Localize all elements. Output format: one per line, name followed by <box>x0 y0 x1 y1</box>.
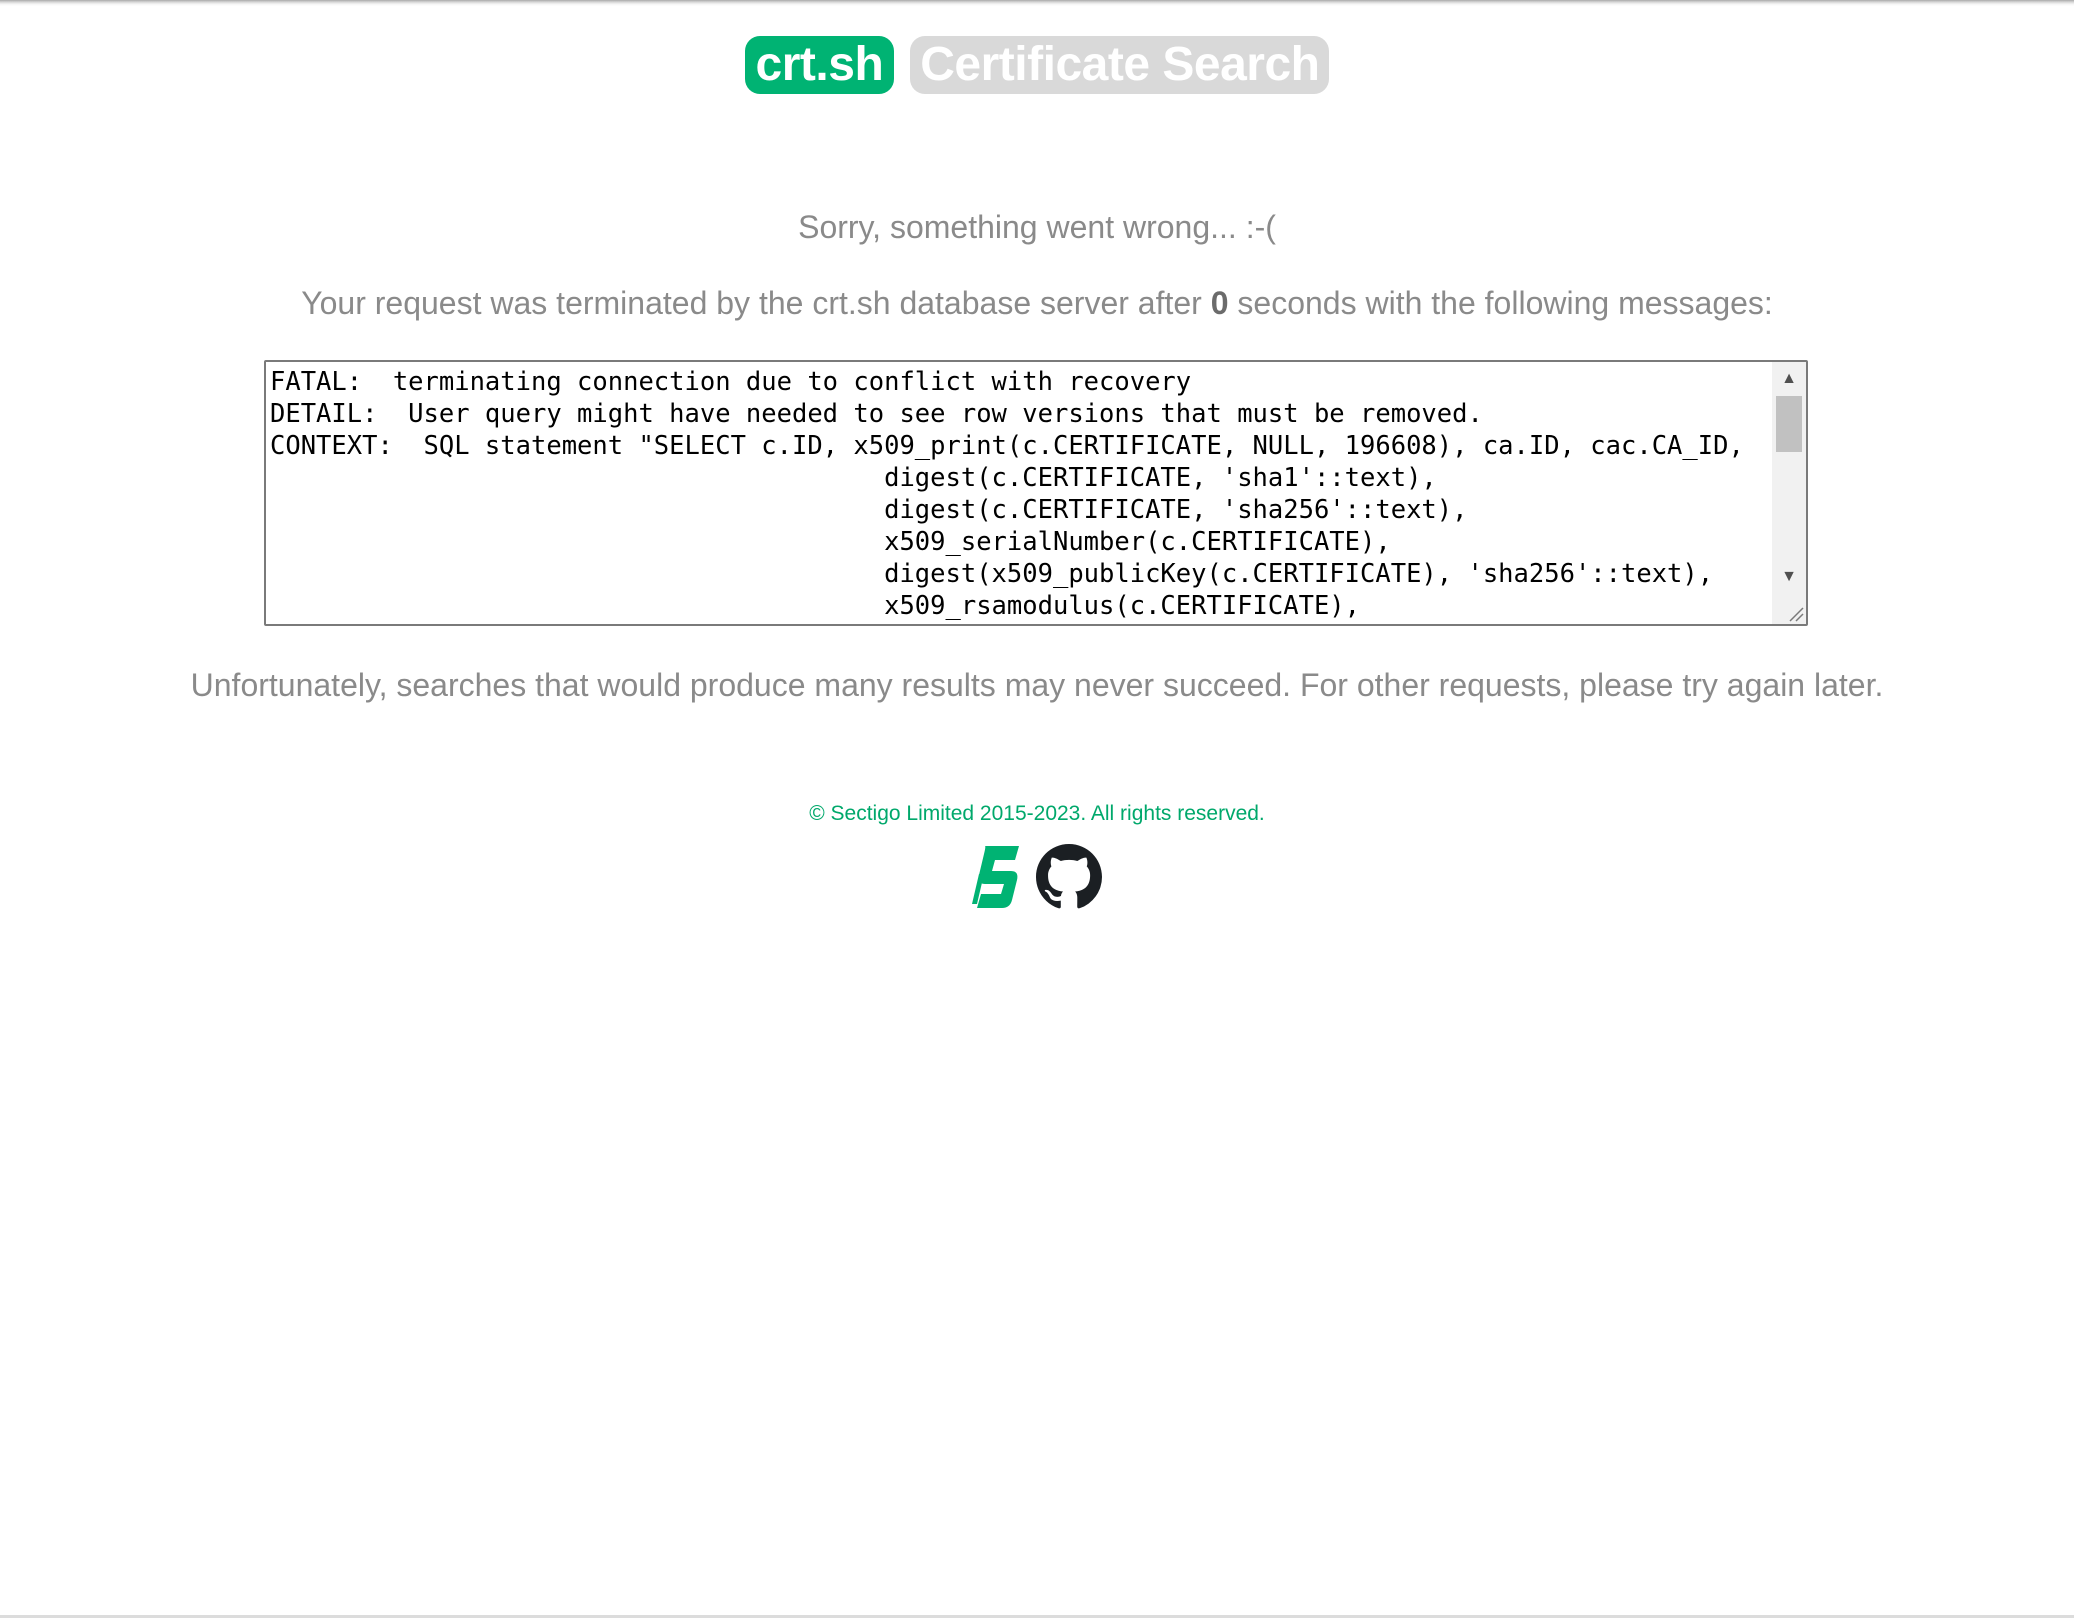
resize-grip-icon[interactable] <box>1786 604 1804 622</box>
sectigo-logo-link[interactable] <box>972 844 1024 910</box>
github-icon <box>1036 844 1102 909</box>
scroll-up-arrow-icon[interactable]: ▲ <box>1772 364 1806 394</box>
header: crt.sh Certificate Search <box>0 36 2074 94</box>
error-messages-text: FATAL: terminating connection due to con… <box>270 367 1744 621</box>
advice-message: Unfortunately, searches that would produ… <box>190 667 1884 703</box>
vertical-scrollbar[interactable]: ▲ ▼ <box>1772 362 1806 624</box>
termination-text-after: seconds with the following messages: <box>1228 285 1773 321</box>
footer-icons <box>0 844 2074 914</box>
top-shadow <box>0 0 2074 6</box>
scroll-thumb[interactable] <box>1776 396 1802 452</box>
sectigo-logo-icon <box>972 846 1019 908</box>
brand-logo-link[interactable]: crt.sh <box>744 36 895 94</box>
termination-text-before: Your request was terminated by the crt.s… <box>301 285 1211 321</box>
scroll-down-arrow-icon[interactable]: ▼ <box>1772 562 1806 592</box>
error-heading: Sorry, something went wrong... :-( <box>798 209 1276 245</box>
github-link[interactable] <box>1036 844 1102 910</box>
error-messages-textarea[interactable]: FATAL: terminating connection due to con… <box>264 360 1808 626</box>
certificate-search-link[interactable]: Certificate Search <box>910 36 1330 94</box>
copyright-text: © Sectigo Limited 2015-2023. All rights … <box>809 802 1265 825</box>
termination-message: Your request was terminated by the crt.s… <box>0 283 2074 323</box>
seconds-value: 0 <box>1210 285 1229 321</box>
